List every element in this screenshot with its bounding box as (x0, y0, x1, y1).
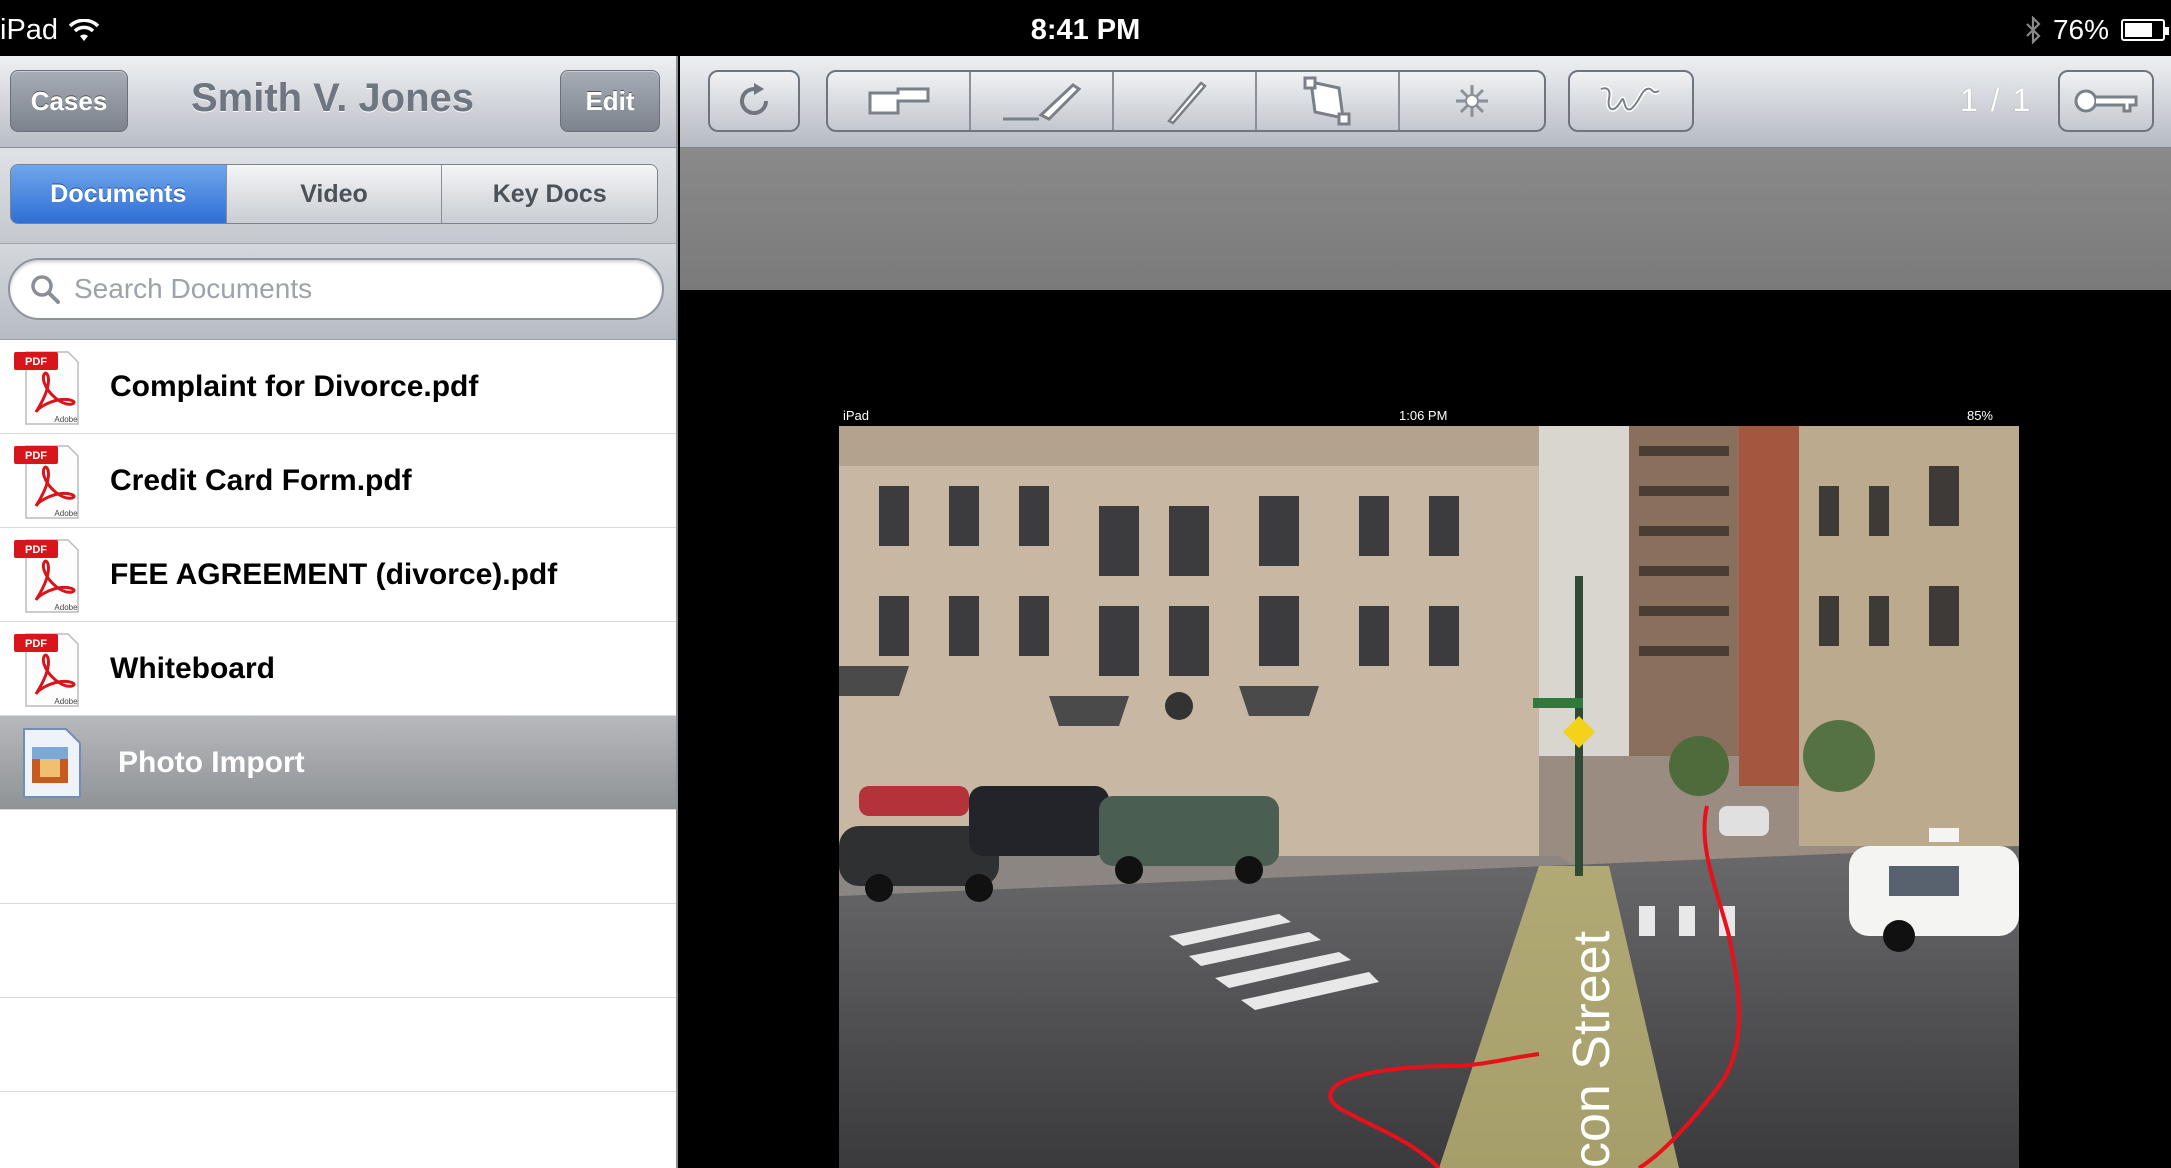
document-list: PDF Adobe Complaint for Divorce.pdf PDF … (0, 340, 676, 1168)
refresh-button[interactable] (708, 70, 800, 132)
signature-button[interactable] (1568, 70, 1694, 132)
key-button[interactable] (2058, 70, 2154, 132)
pdf-icon: PDF Adobe (14, 538, 79, 613)
tab-key-docs[interactable]: Key Docs (442, 165, 657, 223)
embedded-status-bar: iPad 1:06 PM 85% (839, 404, 2019, 426)
adobe-text: Adobe (54, 697, 78, 706)
search-bar: Search Documents (0, 244, 676, 340)
bluetooth-icon (2026, 16, 2041, 44)
battery-icon (2121, 19, 2169, 41)
empty-row (0, 904, 676, 998)
pdf-badge-text: PDF (25, 450, 47, 462)
pointer-icon (868, 87, 929, 115)
status-bar: iPad 8:41 PM 76% (0, 0, 2171, 56)
pointer-tool-button[interactable] (828, 72, 971, 130)
embedded-clock: 1:06 PM (1399, 408, 1448, 423)
tab-documents[interactable]: Documents (11, 165, 227, 223)
embedded-battery: 85% (1966, 408, 1993, 423)
document-title: Photo Import (118, 745, 305, 779)
refresh-icon (740, 83, 768, 115)
signature-icon (1600, 85, 1661, 112)
viewer-header-band (680, 148, 2171, 290)
tab-video[interactable]: Video (226, 165, 443, 223)
sidebar-navbar: Cases Smith V. Jones Edit (0, 56, 676, 148)
clock: 8:41 PM (1030, 14, 1141, 46)
list-item[interactable]: PDF Adobe FEE AGREEMENT (divorce).pdf (0, 528, 676, 622)
document-title: Complaint for Divorce.pdf (110, 369, 479, 403)
document-title: FEE AGREEMENT (divorce).pdf (110, 557, 558, 591)
highlighter-icon (1002, 83, 1081, 121)
document-viewer: 1 / 1 iPad 1:06 PM 85% con Street (680, 56, 2171, 1168)
pen-icon (1166, 81, 1207, 125)
laser-tool-button[interactable] (1400, 72, 1543, 130)
document-title: Whiteboard (110, 651, 275, 685)
page-indicator: 1 / 1 (1960, 82, 2033, 118)
search-icon (31, 275, 60, 304)
tool-segment-group (826, 70, 1546, 132)
status-right: 76% (2025, 14, 2169, 46)
key-icon (2074, 89, 2138, 113)
edit-button[interactable]: Edit (560, 70, 660, 132)
pdf-badge-text: PDF (25, 544, 47, 556)
empty-row (0, 1092, 676, 1168)
pdf-badge-text: PDF (25, 356, 47, 368)
list-item[interactable]: PDF Adobe Credit Card Form.pdf (0, 434, 676, 528)
crop-tool-button[interactable] (1257, 72, 1400, 130)
segmented-control: Documents Video Key Docs (10, 164, 658, 224)
document-sidebar: Cases Smith V. Jones Edit Documents Vide… (0, 56, 678, 1168)
list-item-selected[interactable]: Photo Import (0, 716, 676, 810)
pdf-icon: PDF Adobe (14, 632, 79, 707)
pdf-icon: PDF Adobe (14, 444, 79, 519)
empty-row (0, 810, 676, 904)
adobe-text: Adobe (54, 509, 78, 518)
embedded-device-label: iPad (843, 408, 870, 423)
adobe-text: Adobe (54, 415, 78, 424)
battery-percent: 76% (2052, 14, 2109, 45)
pen-tool-button[interactable] (1114, 72, 1257, 130)
laser-icon (1455, 85, 1488, 117)
document-page: iPad 1:06 PM 85% con Street (839, 404, 2019, 1168)
pdf-badge-text: PDF (25, 638, 47, 650)
list-item[interactable]: PDF Adobe Whiteboard (0, 622, 676, 716)
street-label: con Street (1563, 930, 1621, 1168)
highlighter-tool-button[interactable] (971, 72, 1114, 130)
street-view-photo: con Street (839, 426, 2019, 1168)
viewer-toolbar: 1 / 1 (680, 56, 2171, 148)
adobe-text: Adobe (54, 603, 78, 612)
document-title: Credit Card Form.pdf (110, 463, 412, 497)
crop-icon (1303, 76, 1350, 126)
empty-row (0, 998, 676, 1092)
search-placeholder: Search Documents (74, 273, 313, 304)
photo-icon (23, 727, 81, 798)
pdf-icon: PDF Adobe (14, 350, 79, 425)
search-input[interactable]: Search Documents (8, 258, 664, 320)
list-item[interactable]: PDF Adobe Complaint for Divorce.pdf (0, 340, 676, 434)
